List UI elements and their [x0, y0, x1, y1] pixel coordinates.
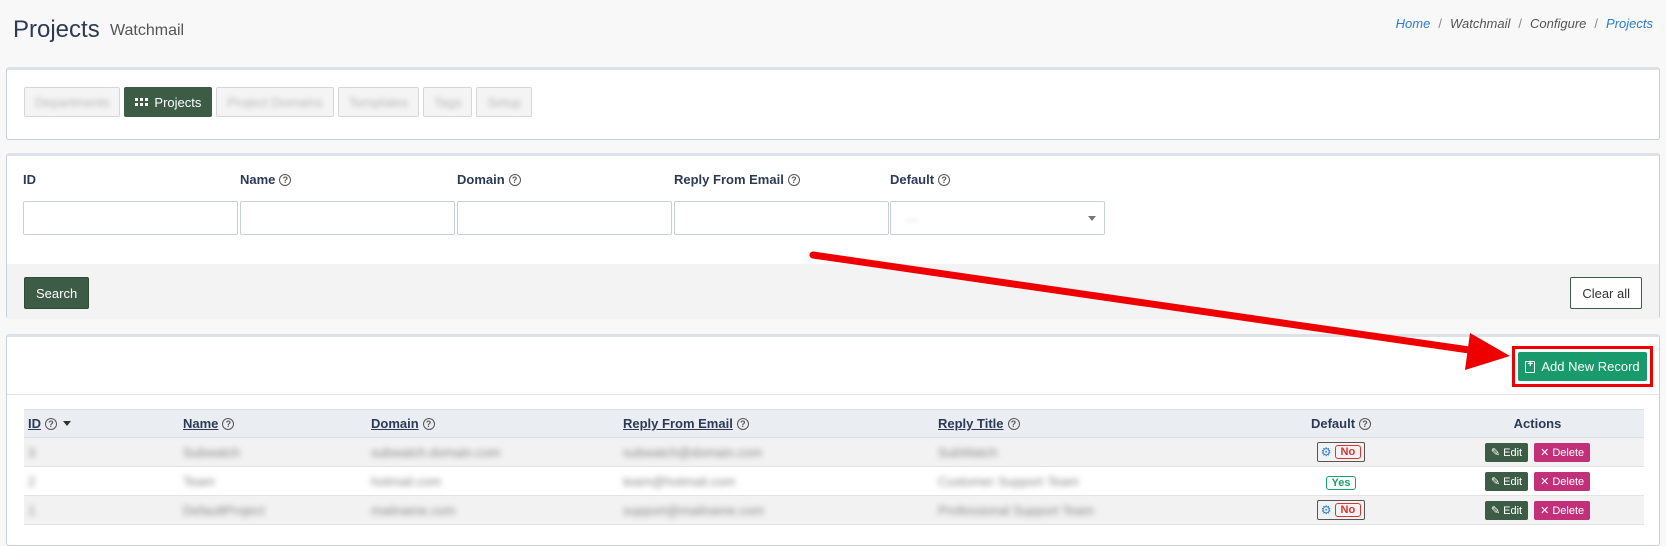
page-title: Projects: [13, 16, 100, 43]
help-icon: ?: [787, 174, 800, 186]
default-filter: Default? ---: [890, 172, 1105, 235]
col-reply-title-header[interactable]: Reply Title?: [934, 409, 1251, 438]
col-default-header: Default?: [1251, 409, 1431, 438]
clear-all-button[interactable]: Clear all: [1570, 277, 1642, 309]
table-row: 1 DefaultProject mailname.com support@ma…: [24, 495, 1644, 525]
help-icon: ?: [508, 174, 521, 186]
tab-tags[interactable]: Tags: [423, 87, 473, 117]
help-icon: ?: [222, 418, 235, 430]
edit-button[interactable]: ✎ Edit: [1484, 471, 1529, 491]
tab-templates[interactable]: Templates: [337, 87, 420, 117]
breadcrumb-configure[interactable]: Configure: [1530, 16, 1586, 31]
reply-filter-input[interactable]: [674, 201, 889, 235]
help-icon: ?: [279, 174, 292, 186]
page-subtitle: Watchmail: [110, 22, 185, 39]
reply-filter-label: Reply From Email: [674, 172, 784, 187]
delete-button[interactable]: ✕ Delete: [1534, 471, 1591, 491]
col-reply-email-header[interactable]: Reply From Email?: [619, 409, 934, 438]
col-actions-header: Actions: [1431, 409, 1644, 438]
search-button[interactable]: Search: [24, 277, 90, 309]
grid-icon: [135, 98, 149, 106]
breadcrumb-projects[interactable]: Projects: [1606, 16, 1653, 31]
tab-setup[interactable]: Setup: [476, 87, 533, 117]
table-row: 3 Subwatch subwatch.domain.com subwatch@…: [24, 437, 1644, 467]
default-no-badge: No: [1334, 445, 1362, 459]
default-toggle[interactable]: ⚙ No: [1316, 442, 1366, 462]
col-name-header[interactable]: Name?: [179, 409, 367, 438]
help-icon: ?: [422, 418, 435, 430]
edit-button[interactable]: ✎ Edit: [1484, 500, 1529, 520]
id-filter-label: ID: [23, 172, 36, 187]
tab-projects[interactable]: Projects: [124, 87, 213, 117]
default-filter-label: Default: [890, 172, 935, 187]
col-id-header[interactable]: ID?: [24, 409, 179, 438]
default-no-badge: No: [1334, 503, 1362, 517]
help-icon: ?: [736, 418, 749, 430]
projects-table: ID? Name? Domain? Reply From Email? Repl…: [24, 409, 1644, 525]
tab-departments[interactable]: Departments: [24, 87, 121, 117]
reply-filter: Reply From Email?: [674, 172, 889, 235]
add-new-record-button[interactable]: Add New Record: [1518, 352, 1647, 381]
tab-project-domains[interactable]: Project Domains: [216, 87, 334, 117]
gears-icon: ⚙: [1320, 445, 1332, 459]
filter-panel: ID Name? Domain? Reply From Email? Defau…: [6, 153, 1660, 319]
filter-footer: Search Clear all: [7, 264, 1659, 319]
chevron-down-icon: [1088, 216, 1096, 221]
delete-button[interactable]: ✕ Delete: [1534, 442, 1591, 462]
help-icon: ?: [938, 174, 951, 186]
id-filter: ID: [23, 172, 238, 235]
page-header: Projects Watchmail Home / Watchmail / Config…: [13, 12, 1653, 52]
name-filter-label: Name: [240, 172, 276, 187]
default-toggle[interactable]: ⚙ No: [1316, 500, 1366, 520]
help-icon: ?: [1359, 418, 1372, 430]
help-icon: ?: [45, 418, 57, 430]
add-button-highlight: Add New Record: [1512, 346, 1653, 387]
name-filter-input[interactable]: [240, 201, 455, 235]
tabs-panel: Departments Projects Project Domains Tem…: [6, 67, 1660, 140]
delete-button[interactable]: ✕ Delete: [1534, 500, 1591, 520]
col-domain-header[interactable]: Domain?: [367, 409, 619, 438]
domain-filter-input[interactable]: [457, 201, 672, 235]
help-icon: ?: [1007, 418, 1020, 430]
default-yes-badge: Yes: [1325, 475, 1357, 490]
breadcrumb-home[interactable]: Home: [1396, 16, 1431, 31]
id-filter-input[interactable]: [23, 201, 238, 235]
name-filter: Name?: [240, 172, 455, 235]
records-panel: Add New Record ID? Name? Domain? Reply F…: [6, 334, 1660, 546]
table-row: 2 Team hotmail.com team@hotmail.com Cust…: [24, 467, 1644, 496]
table-header-row: ID? Name? Domain? Reply From Email? Repl…: [24, 409, 1644, 438]
domain-filter: Domain?: [457, 172, 672, 235]
default-filter-select[interactable]: ---: [890, 201, 1105, 235]
add-document-icon: [1525, 359, 1536, 373]
gears-icon: ⚙: [1320, 503, 1332, 517]
sort-desc-icon: [63, 421, 71, 426]
tab-bar: Departments Projects Project Domains Tem…: [24, 87, 533, 117]
domain-filter-label: Domain: [457, 172, 505, 187]
edit-button[interactable]: ✎ Edit: [1484, 442, 1529, 462]
breadcrumb-watchmail[interactable]: Watchmail: [1450, 16, 1510, 31]
breadcrumb: Home / Watchmail / Configure / Projects: [1395, 16, 1653, 31]
